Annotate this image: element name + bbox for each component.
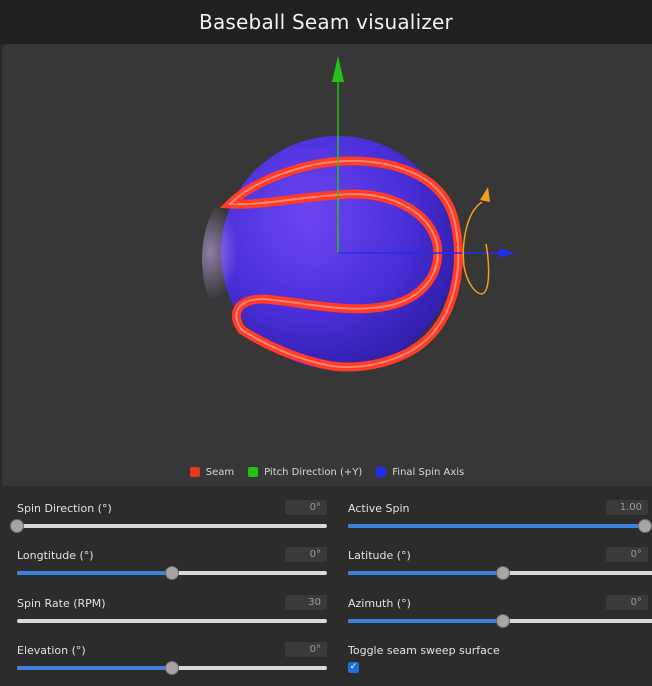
pitch-direction-arrowhead xyxy=(332,56,344,82)
longitude-slider[interactable] xyxy=(17,566,327,580)
azimuth-control: Azimuth (°) 0° xyxy=(348,595,652,639)
spin-direction-control: Spin Direction (°) 0° xyxy=(10,500,327,544)
spin-direction-slider[interactable] xyxy=(10,519,327,533)
longitude-label: Longtitude (°) xyxy=(17,549,94,562)
spin-direction-label: Spin Direction (°) xyxy=(17,502,112,515)
latitude-slider[interactable] xyxy=(348,566,652,580)
spin-direction-slider-thumb[interactable] xyxy=(10,519,24,533)
elevation-slider-thumb[interactable] xyxy=(165,661,179,675)
active-spin-label: Active Spin xyxy=(348,502,410,515)
legend-item-final-spin-axis: Final Spin Axis xyxy=(376,467,464,478)
azimuth-value[interactable]: 0° xyxy=(606,595,648,610)
spin-rate-slider[interactable] xyxy=(17,619,327,623)
spin-rate-label: Spin Rate (RPM) xyxy=(17,597,106,610)
3d-viewport[interactable]: Seam Pitch Direction (+Y) Final Spin Axi… xyxy=(2,44,652,486)
toggle-seam-sweep-checkbox[interactable]: ✓ xyxy=(348,662,359,673)
legend-item-pitch-direction: Pitch Direction (+Y) xyxy=(248,467,362,478)
spin-rate-control: Spin Rate (RPM) 30 xyxy=(17,595,327,639)
spin-direction-value[interactable]: 0° xyxy=(285,500,327,515)
longitude-slider-thumb[interactable] xyxy=(165,566,179,580)
legend-label-final-spin-axis: Final Spin Axis xyxy=(392,466,465,478)
toggle-seam-sweep-label: Toggle seam sweep surface xyxy=(348,644,500,657)
legend-swatch-seam xyxy=(189,467,200,477)
latitude-control: Latitude (°) 0° xyxy=(348,547,652,591)
elevation-control: Elevation (°) 0° xyxy=(17,642,327,686)
latitude-value[interactable]: 0° xyxy=(606,547,648,562)
active-spin-slider-thumb[interactable] xyxy=(638,519,652,533)
latitude-label: Latitude (°) xyxy=(348,549,411,562)
controls-panel: Spin Direction (°) 0° Active Spin 1.00 L… xyxy=(0,486,652,675)
spin-rotation-arrow xyxy=(462,201,490,295)
legend-item-seam: Seam xyxy=(189,466,235,478)
toggle-seam-sweep-control: Toggle seam sweep surface ✓ xyxy=(348,644,648,686)
elevation-label: Elevation (°) xyxy=(17,644,86,657)
elevation-value[interactable]: 0° xyxy=(285,642,327,657)
elevation-slider[interactable] xyxy=(17,661,327,675)
longitude-value[interactable]: 0° xyxy=(285,547,327,562)
spin-rotation-arrowhead xyxy=(480,187,490,202)
legend-label-pitch-direction: Pitch Direction (+Y) xyxy=(264,466,363,478)
legend-swatch-final-spin-axis xyxy=(376,467,387,477)
azimuth-label: Azimuth (°) xyxy=(348,597,411,610)
title-bar: Baseball Seam visualizer xyxy=(0,0,652,44)
active-spin-slider[interactable] xyxy=(348,519,652,533)
longitude-control: Longtitude (°) 0° xyxy=(17,547,327,591)
latitude-slider-fill xyxy=(348,571,503,575)
active-spin-control: Active Spin 1.00 xyxy=(348,500,652,544)
active-spin-value[interactable]: 1.00 xyxy=(606,500,648,515)
azimuth-slider[interactable] xyxy=(348,614,652,628)
scene-canvas[interactable] xyxy=(2,44,652,486)
legend-label-seam: Seam xyxy=(205,466,235,478)
app-title: Baseball Seam visualizer xyxy=(199,10,453,34)
final-spin-axis-arrowhead xyxy=(499,248,515,258)
spin-rate-value[interactable]: 30 xyxy=(285,595,327,610)
elevation-slider-fill xyxy=(17,666,172,670)
legend-swatch-pitch-direction xyxy=(248,467,259,477)
legend: Seam Pitch Direction (+Y) Final Spin Axi… xyxy=(2,462,652,482)
latitude-slider-thumb[interactable] xyxy=(496,566,510,580)
azimuth-slider-fill xyxy=(348,619,503,623)
longitude-slider-fill xyxy=(17,571,172,575)
azimuth-slider-thumb[interactable] xyxy=(496,614,510,628)
active-spin-slider-fill xyxy=(348,524,645,528)
